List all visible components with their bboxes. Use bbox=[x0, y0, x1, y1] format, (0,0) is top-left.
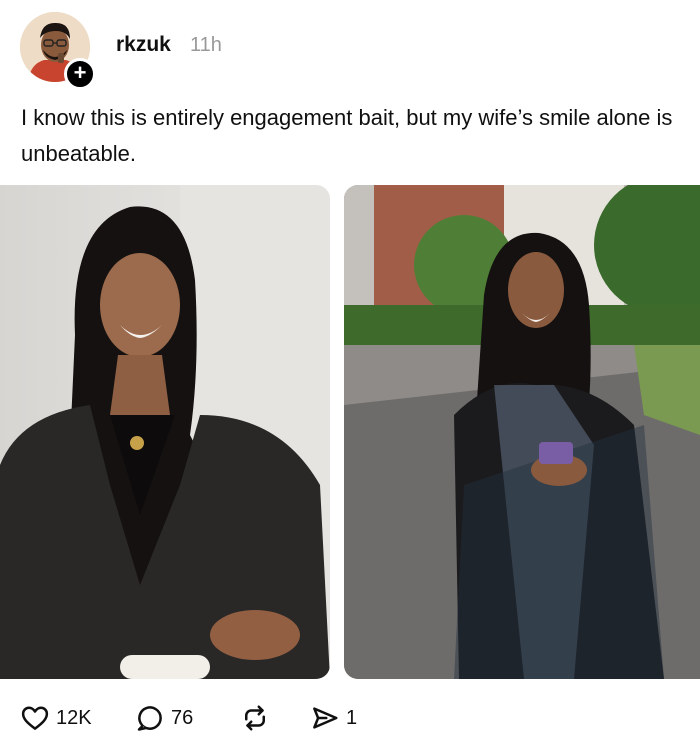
repost-icon bbox=[245, 705, 265, 731]
send-icon bbox=[313, 707, 338, 729]
plus-icon: + bbox=[73, 60, 87, 85]
username[interactable]: rkzuk bbox=[116, 33, 171, 57]
follow-button[interactable]: + bbox=[64, 58, 96, 90]
share-count: 1 bbox=[346, 706, 358, 729]
post-actions: 12K 76 1 bbox=[0, 700, 700, 736]
repost-button[interactable] bbox=[240, 700, 270, 736]
reply-button[interactable]: 76 bbox=[135, 700, 193, 736]
heart-icon bbox=[21, 706, 49, 730]
like-count: 12K bbox=[56, 706, 92, 729]
author-avatar[interactable]: + bbox=[20, 12, 96, 90]
post-text: I know this is entirely engagement bait,… bbox=[21, 105, 673, 166]
post-timestamp: 11h bbox=[190, 34, 222, 56]
comment-icon bbox=[137, 706, 162, 731]
like-button[interactable]: 12K bbox=[20, 700, 92, 736]
share-button[interactable]: 1 bbox=[310, 700, 357, 736]
post-photo-2[interactable] bbox=[344, 185, 700, 679]
post-photo-1[interactable] bbox=[0, 185, 330, 679]
reply-count: 76 bbox=[171, 706, 194, 729]
